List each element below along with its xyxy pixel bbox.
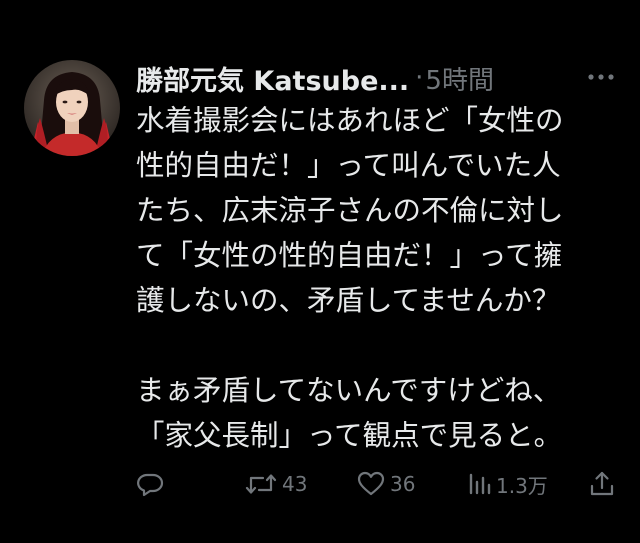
views-chart-icon (466, 470, 492, 498)
tweet-text-line: 護しないの、矛盾してませんか？ (136, 284, 561, 317)
reply-button[interactable] (136, 464, 168, 504)
tweet-action-bar: 43 36 1.3万 (136, 464, 616, 504)
share-button[interactable] (588, 464, 620, 504)
author-name[interactable]: 勝部元気 Katsube... (136, 59, 409, 98)
retweet-button[interactable]: 43 (244, 464, 307, 504)
heart-icon (356, 470, 386, 498)
retweet-icon (244, 470, 278, 498)
retweet-count: 43 (282, 472, 308, 496)
reply-icon (136, 470, 164, 498)
tweet-timestamp[interactable]: 5時間 (425, 60, 494, 97)
tweet-card[interactable]: 勝部元気 Katsube... · 5時間 水着撮影会にはあれほど「女性の 性的… (0, 0, 640, 543)
share-icon (588, 470, 616, 498)
tweet-text-line: まぁ矛盾してないんですけどね、 (136, 374, 562, 407)
tweet-header: 勝部元気 Katsube... · 5時間 (136, 56, 616, 100)
more-horizontal-icon[interactable] (586, 64, 616, 90)
author-avatar[interactable] (24, 60, 120, 156)
tweet-text-line: 「家父長制」って観点で見ると。 (136, 419, 563, 452)
profile-photo-icon (24, 60, 120, 156)
tweet-text-blank-line (136, 323, 626, 368)
views-count: 1.3万 (496, 473, 548, 498)
views-button[interactable]: 1.3万 (466, 464, 548, 504)
like-count: 36 (390, 472, 416, 496)
tweet-text-line: 性的自由だ！」って叫んでいた人 (136, 149, 561, 182)
tweet-text-line: たち、広末涼子さんの不倫に対し (136, 194, 564, 227)
tweet-text-line: 水着撮影会にはあれほど「女性の (136, 104, 564, 137)
header-separator: · (415, 63, 424, 93)
tweet-text: 水着撮影会にはあれほど「女性の 性的自由だ！」って叫んでいた人 たち、広末涼子さ… (136, 98, 626, 458)
tweet-text-line: て「女性の性的自由だ！」って擁 (136, 239, 563, 272)
like-button[interactable]: 36 (356, 464, 415, 504)
